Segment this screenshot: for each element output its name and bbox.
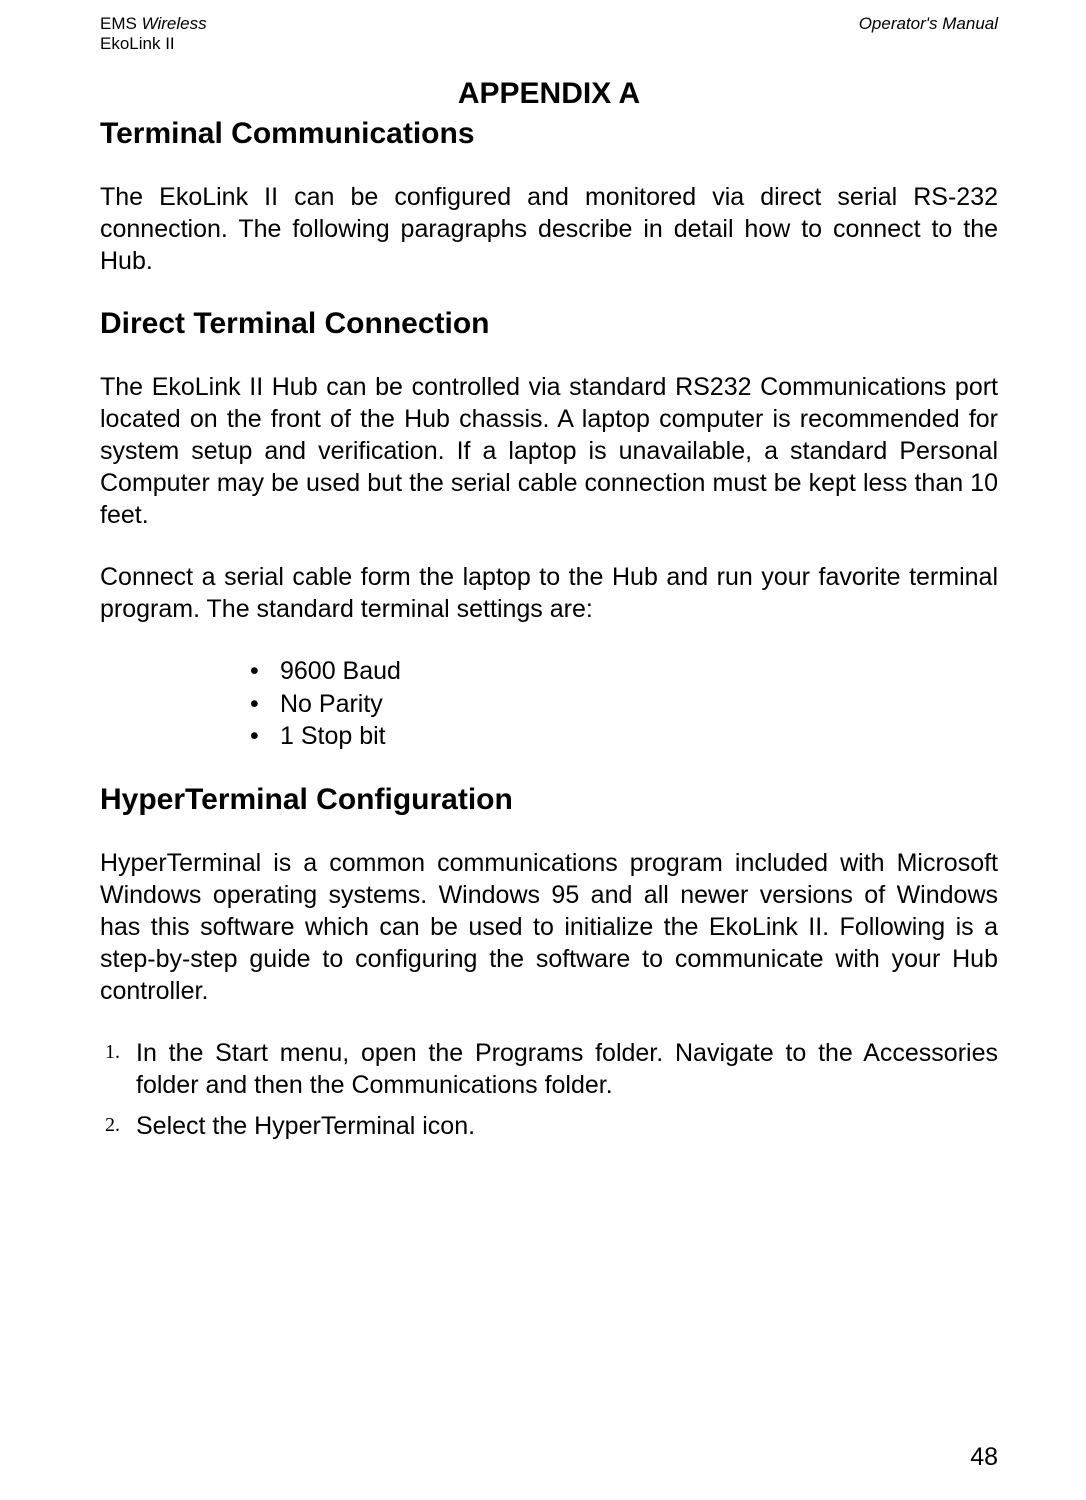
step-text: Select the HyperTerminal icon. bbox=[136, 1112, 475, 1140]
header-company-line: EMS Wireless bbox=[100, 14, 207, 34]
section-title-terminal-communications: Terminal Communications bbox=[100, 117, 998, 151]
appendix-title: APPENDIX A bbox=[100, 77, 998, 111]
section-title-hyperterminal-configuration: HyperTerminal Configuration bbox=[100, 783, 998, 817]
section3-para1: HyperTerminal is a common communications… bbox=[100, 847, 998, 1007]
terminal-settings-list: 9600 Baud No Parity 1 Stop bit bbox=[100, 655, 998, 753]
header-product-line: EkoLink II bbox=[100, 34, 207, 54]
page-header: EMS Wireless EkoLink II Operator's Manua… bbox=[100, 14, 998, 53]
section2-para1: The EkoLink II Hub can be controlled via… bbox=[100, 371, 998, 531]
step-number: 2. bbox=[90, 1112, 120, 1138]
step-number: 1. bbox=[90, 1039, 120, 1065]
header-right: Operator's Manual bbox=[859, 14, 998, 53]
step-item: 2.Select the HyperTerminal icon. bbox=[100, 1110, 998, 1143]
list-item: 1 Stop bit bbox=[250, 720, 998, 753]
section1-para1: The EkoLink II can be configured and mon… bbox=[100, 181, 998, 277]
header-company-prefix: EMS bbox=[100, 14, 142, 33]
document-page: EMS Wireless EkoLink II Operator's Manua… bbox=[0, 0, 1086, 1170]
page-number: 48 bbox=[970, 1443, 998, 1472]
step-text: In the Start menu, open the Programs fol… bbox=[136, 1039, 998, 1100]
header-company-italic: Wireless bbox=[142, 14, 207, 33]
section2-para2: Connect a serial cable form the laptop t… bbox=[100, 561, 998, 625]
step-item: 1.In the Start menu, open the Programs f… bbox=[100, 1037, 998, 1102]
header-left: EMS Wireless EkoLink II bbox=[100, 14, 207, 53]
steps-list: 1.In the Start menu, open the Programs f… bbox=[100, 1037, 998, 1143]
list-item: No Parity bbox=[250, 688, 998, 721]
list-item: 9600 Baud bbox=[250, 655, 998, 688]
section-title-direct-terminal-connection: Direct Terminal Connection bbox=[100, 307, 998, 341]
